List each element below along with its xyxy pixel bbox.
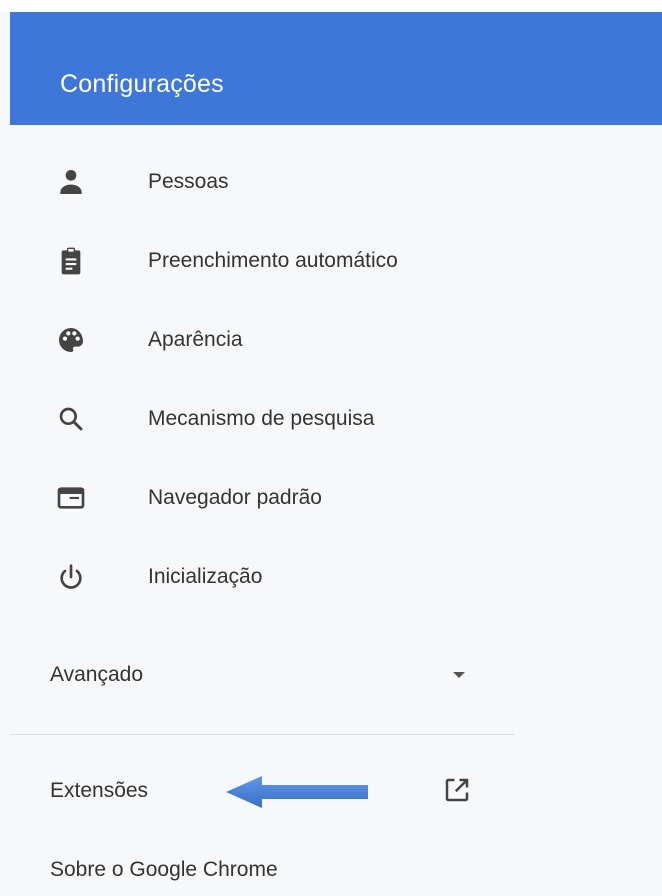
nav-item-autofill[interactable]: Preenchimento automático [10,231,510,291]
nav-item-startup[interactable]: Inicialização [10,547,510,607]
window-top-edge [0,0,662,12]
clipboard-icon [61,247,81,275]
nav-item-search-engine[interactable]: Mecanismo de pesquisa [10,389,510,449]
advanced-toggle[interactable]: Avançado [10,645,510,705]
search-icon [59,407,83,431]
open-in-new-icon[interactable] [442,775,472,805]
page-title: Configurações [60,70,224,98]
nav-item-label: Navegador padrão [148,486,322,509]
nav-item-label: Preenchimento automático [148,249,398,272]
settings-header: Configurações [10,12,662,125]
advanced-label: Avançado [50,663,144,686]
about-chrome-link[interactable]: Sobre o Google Chrome [10,842,510,896]
section-divider [10,734,515,735]
chevron-down-icon [453,672,465,678]
left-gutter [0,125,10,896]
nav-item-label: Inicialização [148,565,263,588]
nav-item-label: Pessoas [148,170,229,193]
palette-icon [59,328,83,352]
blue-arrow-icon [226,776,368,808]
person-icon [60,170,82,194]
nav-item-pessoas[interactable]: Pessoas [10,152,510,212]
power-icon [60,564,82,589]
settings-menu: Pessoas Preenchimento automático Aparênc… [10,125,662,896]
nav-item-default-browser[interactable]: Navegador padrão [10,468,510,528]
about-label: Sobre o Google Chrome [50,858,278,881]
extensions-label: Extensões [50,779,149,802]
browser-window-icon [57,487,85,509]
nav-item-appearance[interactable]: Aparência [10,310,510,370]
nav-item-label: Mecanismo de pesquisa [148,407,375,430]
nav-item-label: Aparência [148,328,243,351]
